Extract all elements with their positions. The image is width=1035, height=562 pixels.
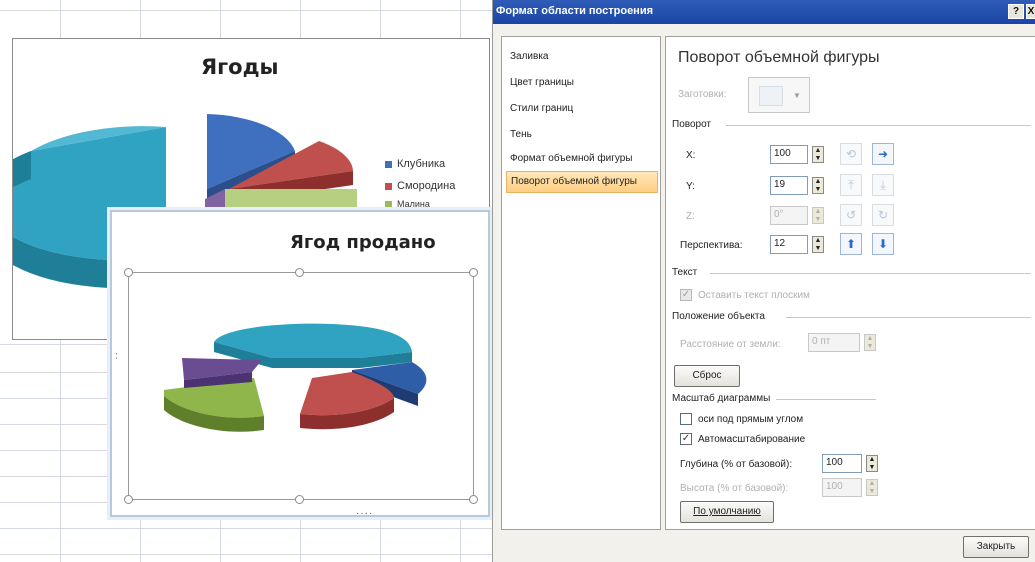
z-label: Z:: [686, 211, 695, 222]
rotate-left-icon[interactable]: ⟲: [840, 143, 862, 165]
legend-item: Малина: [385, 197, 455, 211]
chart-legend: Клубника Смородина Малина: [385, 153, 455, 211]
default-button[interactable]: По умолчанию: [680, 501, 774, 523]
close-x-button[interactable]: X: [1026, 4, 1035, 19]
y-rotation-spinner[interactable]: ▲ ▼: [812, 177, 824, 194]
rotate-down-icon[interactable]: ⤓: [872, 174, 894, 196]
right-angle-axes-label: оси под прямым углом: [698, 414, 804, 425]
x-rotation-input[interactable]: 100: [770, 145, 808, 164]
reset-button[interactable]: Сброс: [674, 365, 740, 387]
autoscale-checkbox[interactable]: ✓: [680, 433, 692, 445]
legend-label: Клубника: [397, 158, 446, 170]
height-input[interactable]: 100: [822, 478, 862, 497]
content-pane: Поворот объемной фигуры Заготовки: ▼ Пов…: [665, 36, 1035, 530]
nav-item-fill[interactable]: Заливка: [506, 47, 658, 69]
height-spinner[interactable]: ▲ ▼: [866, 479, 878, 496]
perspective-input[interactable]: 12: [770, 235, 808, 254]
chart-berries-sold[interactable]: Ягод продано ···· ··: [110, 210, 490, 519]
group-divider: [786, 317, 1031, 318]
distance-spinner[interactable]: ▲ ▼: [864, 334, 876, 351]
group-divider: [776, 399, 876, 400]
legend-swatch: [385, 160, 392, 168]
group-divider: [710, 273, 1031, 274]
y-label: Y:: [686, 181, 695, 192]
format-plot-area-dialog: Формат области построения ? X Заливка Цв…: [492, 0, 1035, 562]
narrow-field-icon[interactable]: ⬆: [840, 233, 862, 255]
default-button-label: По умолчанию: [693, 506, 761, 517]
gridline: [0, 10, 492, 11]
depth-label: Глубина (% от базовой):: [680, 459, 793, 470]
category-list: Заливка Цвет границы Стили границ Тень Ф…: [501, 36, 661, 530]
nav-item-3d-rotation[interactable]: Поворот объемной фигуры: [506, 171, 658, 193]
x-rotation-spinner[interactable]: ▲ ▼: [812, 146, 824, 163]
x-label: X:: [686, 150, 696, 161]
z-rotation-input[interactable]: 0°: [770, 206, 808, 225]
rotation-group-label: Поворот: [672, 119, 717, 130]
nav-item-shadow[interactable]: Тень: [506, 125, 658, 147]
rotate-ccw-icon[interactable]: ↺: [840, 204, 862, 226]
legend-swatch: [385, 182, 392, 190]
presets-label: Заготовки:: [678, 89, 727, 100]
gridline: [0, 554, 492, 555]
nav-item-3d-format[interactable]: Формат объемной фигуры: [506, 149, 658, 171]
help-button[interactable]: ?: [1008, 4, 1024, 19]
close-button[interactable]: Закрыть: [963, 536, 1029, 558]
presets-dropdown[interactable]: ▼: [748, 77, 810, 113]
nav-item-border-styles[interactable]: Стили границ: [506, 99, 658, 121]
group-divider: [726, 125, 1031, 126]
distance-input[interactable]: 0 пт: [808, 333, 860, 352]
legend-label: Малина: [397, 199, 430, 209]
dialog-title: Формат области построения: [496, 5, 654, 17]
preset-preview: [759, 86, 783, 106]
legend-item: Клубника: [385, 153, 455, 175]
y-rotation-input[interactable]: 19: [770, 176, 808, 195]
z-rotation-spinner[interactable]: ▲ ▼: [812, 207, 824, 224]
legend-item: Смородина: [385, 175, 455, 197]
autoscale-label: Автомасштабирование: [698, 434, 806, 445]
distance-from-ground-label: Расстояние от земли:: [680, 339, 781, 350]
depth-spinner[interactable]: ▲ ▼: [866, 455, 878, 472]
close-button-label: Закрыть: [976, 541, 1016, 552]
dialog-titlebar[interactable]: Формат области построения ? X: [493, 0, 1035, 24]
section-heading: Поворот объемной фигуры: [678, 49, 880, 66]
rotate-up-icon[interactable]: ⤒: [840, 174, 862, 196]
text-group-label: Текст: [672, 267, 704, 278]
spreadsheet-area: Ягоды Клубника Смородина Малина Ягод про…: [0, 0, 492, 562]
keep-text-flat-checkbox[interactable]: ✓: [680, 289, 692, 301]
keep-text-flat-label: Оставить текст плоским: [698, 290, 810, 301]
nav-item-border-color[interactable]: Цвет границы: [506, 73, 658, 95]
height-label: Высота (% от базовой):: [680, 483, 789, 494]
pie-3d-chart: [164, 323, 427, 432]
chevron-down-icon: ▼: [793, 91, 801, 100]
legend-label: Смородина: [397, 180, 456, 192]
object-position-group-label: Положение объекта: [672, 311, 771, 322]
perspective-spinner[interactable]: ▲ ▼: [812, 236, 824, 253]
legend-swatch: [385, 200, 392, 208]
widen-field-icon[interactable]: ⬇: [872, 233, 894, 255]
reset-button-label: Сброс: [692, 370, 722, 381]
depth-input[interactable]: 100: [822, 454, 862, 473]
right-angle-axes-checkbox[interactable]: [680, 413, 692, 425]
perspective-label: Перспектива:: [680, 240, 743, 251]
rotate-right-icon[interactable]: ➜: [872, 143, 894, 165]
gridline: [0, 528, 492, 529]
rotate-cw-icon[interactable]: ↻: [872, 204, 894, 226]
chart-scale-group-label: Масштаб диаграммы: [672, 393, 777, 404]
